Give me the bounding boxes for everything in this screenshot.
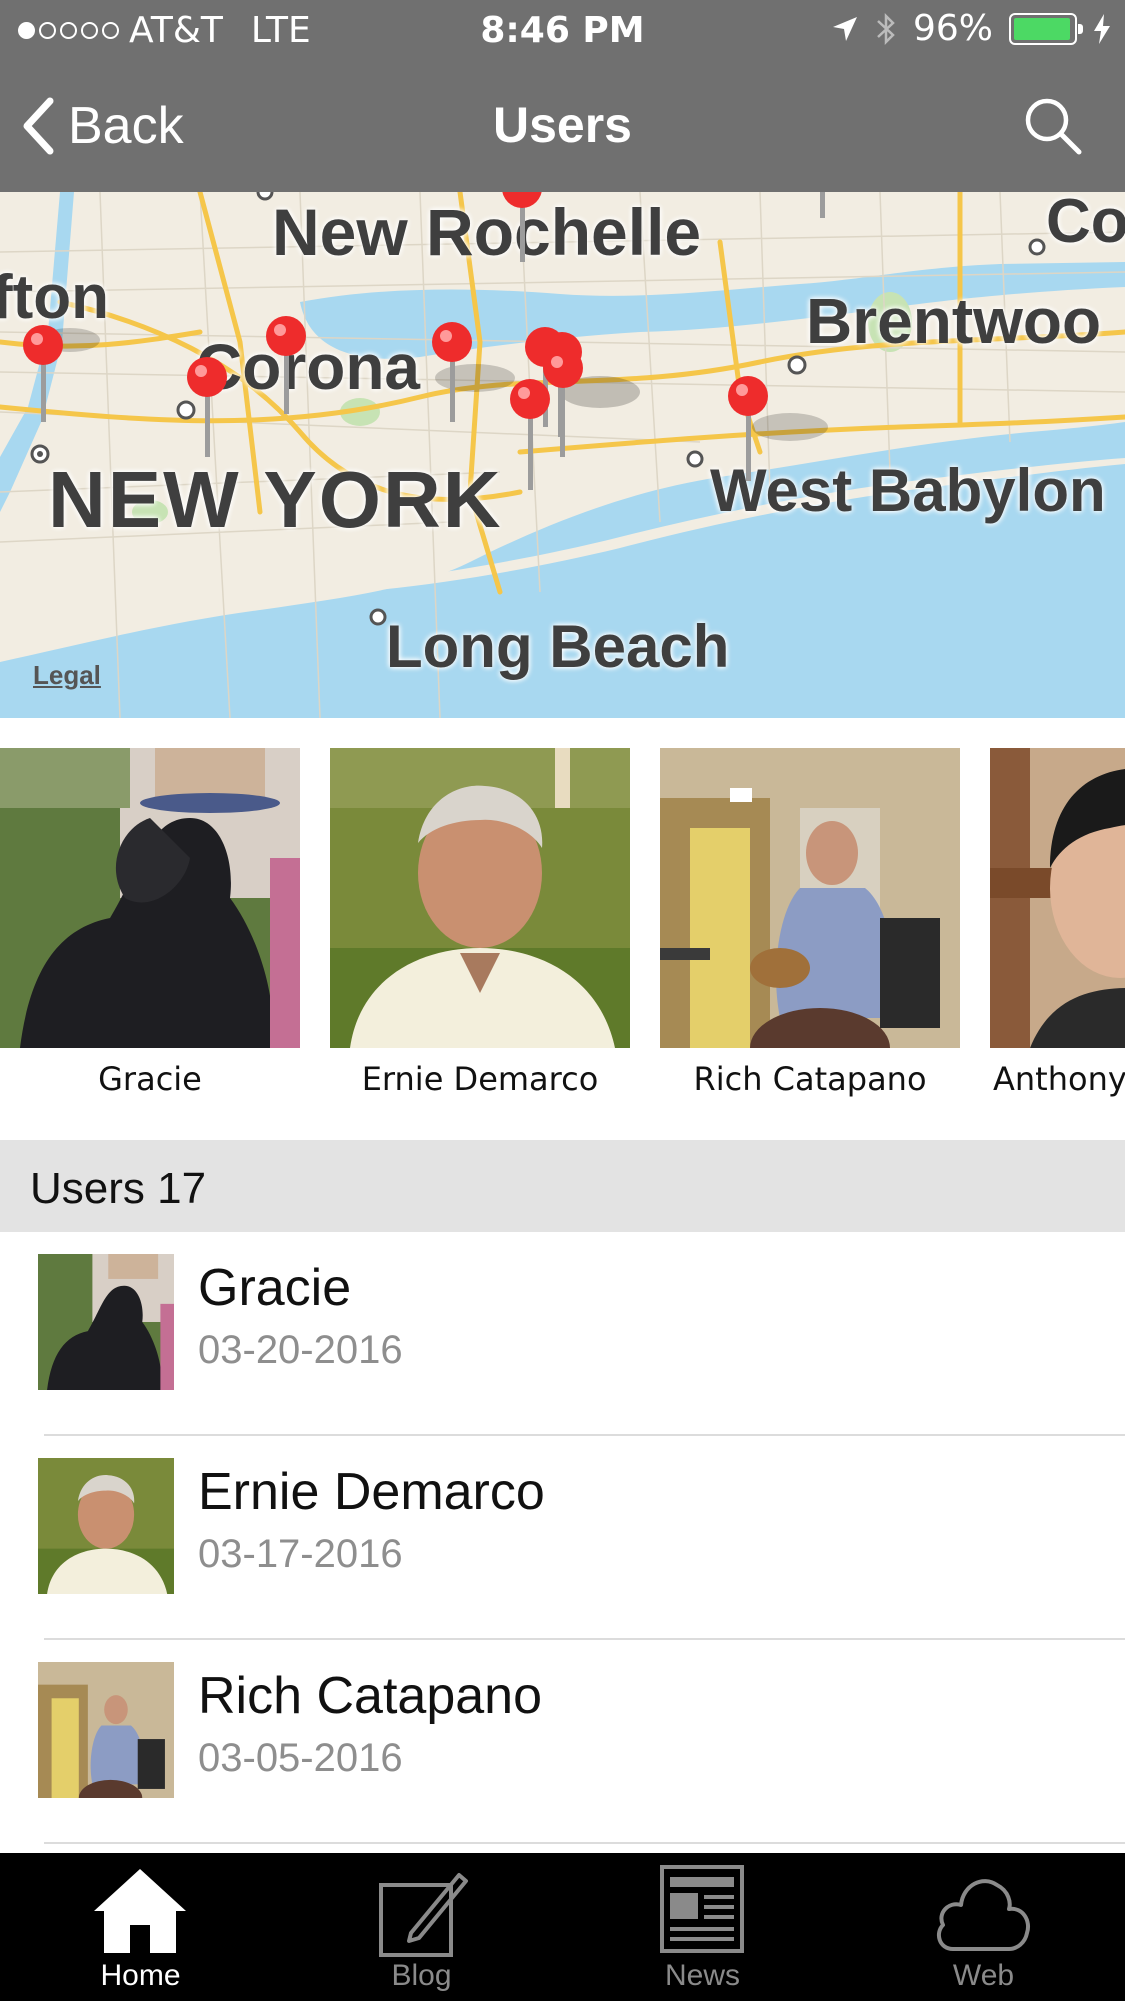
user-photo bbox=[990, 748, 1125, 1048]
map-pin[interactable] bbox=[820, 192, 825, 218]
user-list-row[interactable]: Ernie Demarco 03-17-2016 bbox=[0, 1436, 1125, 1640]
featured-user-name: Ernie Demarco bbox=[361, 1060, 599, 1098]
map-pin[interactable] bbox=[728, 376, 828, 481]
featured-user-card[interactable]: Rich Catapano bbox=[660, 748, 960, 1100]
tab-home[interactable]: Home bbox=[0, 1853, 281, 2001]
page-title: Users bbox=[493, 97, 632, 153]
featured-user-card[interactable]: Anthony bbox=[990, 748, 1125, 1100]
user-thumbnail bbox=[38, 1254, 174, 1390]
tab-web[interactable]: Web bbox=[843, 1853, 1124, 2001]
user-date: 03-20-2016 bbox=[198, 1328, 403, 1372]
map-pins bbox=[23, 192, 828, 490]
user-thumbnail bbox=[38, 1662, 174, 1798]
user-name: Gracie bbox=[198, 1259, 352, 1317]
location-arrow-icon bbox=[832, 16, 857, 41]
tab-news-label: News bbox=[664, 1959, 740, 1992]
charging-bolt-icon bbox=[1094, 13, 1110, 44]
news-icon bbox=[660, 1865, 744, 1953]
map-legal-link[interactable]: Legal bbox=[33, 660, 101, 691]
search-button[interactable] bbox=[1021, 94, 1085, 158]
tab-home-label: Home bbox=[100, 1959, 181, 1992]
blog-icon bbox=[379, 1873, 468, 1957]
users-count-label: Users 17 bbox=[30, 1164, 207, 1213]
tab-news[interactable]: News bbox=[562, 1853, 843, 2001]
featured-users-carousel[interactable]: Gracie Ernie Demarco Rich Catapano Antho… bbox=[0, 748, 1125, 1100]
home-icon bbox=[94, 1869, 186, 1953]
app-root: AT&T LTE 8:46 PM 96% Back Users New Roch… bbox=[0, 0, 1125, 2001]
tab-web-label: Web bbox=[952, 1959, 1015, 1992]
map-pin[interactable] bbox=[502, 192, 542, 262]
map-pin[interactable] bbox=[187, 357, 227, 457]
featured-user-card[interactable]: Ernie Demarco bbox=[330, 748, 630, 1100]
user-date: 03-05-2016 bbox=[198, 1736, 403, 1780]
tab-bar: Home Blog News Web bbox=[0, 1853, 1125, 2001]
battery-fill bbox=[1014, 17, 1070, 40]
row-divider bbox=[44, 1842, 1125, 1844]
featured-user-name: Gracie bbox=[98, 1060, 202, 1098]
navigation-bar: Back Users bbox=[0, 60, 1125, 192]
user-thumbnail bbox=[38, 1458, 174, 1594]
map-pin[interactable] bbox=[23, 325, 100, 422]
user-photo bbox=[660, 748, 960, 1048]
battery-icon bbox=[1009, 12, 1083, 45]
status-right: 96% bbox=[831, 8, 1111, 49]
map-pin[interactable] bbox=[432, 322, 515, 422]
bluetooth-icon bbox=[877, 12, 895, 45]
user-name: Ernie Demarco bbox=[198, 1463, 545, 1521]
tab-blog[interactable]: Blog bbox=[281, 1853, 562, 2001]
user-list-row[interactable]: Rich Catapano 03-05-2016 bbox=[0, 1640, 1125, 1844]
user-date: 03-17-2016 bbox=[198, 1532, 403, 1576]
user-name: Rich Catapano bbox=[198, 1667, 542, 1725]
battery-percent: 96% bbox=[912, 8, 993, 49]
map-pin[interactable] bbox=[266, 316, 306, 414]
featured-user-name: Anthony bbox=[993, 1060, 1125, 1098]
users-section-header: Users 17 bbox=[0, 1140, 1125, 1232]
tab-blog-label: Blog bbox=[391, 1959, 452, 1992]
user-list-row[interactable]: Gracie 03-20-2016 bbox=[0, 1232, 1125, 1436]
featured-user-card[interactable]: Gracie bbox=[0, 748, 300, 1100]
user-photo bbox=[330, 748, 630, 1048]
users-map[interactable]: New Rochelle fton Co Brentwoo Corona NEW… bbox=[0, 192, 1125, 718]
web-icon bbox=[936, 1879, 1030, 1951]
map-pin[interactable] bbox=[510, 379, 550, 490]
user-photo bbox=[0, 748, 300, 1048]
featured-user-name: Rich Catapano bbox=[693, 1060, 927, 1098]
status-bar: AT&T LTE 8:46 PM 96% bbox=[0, 0, 1125, 60]
search-icon bbox=[1025, 98, 1082, 155]
